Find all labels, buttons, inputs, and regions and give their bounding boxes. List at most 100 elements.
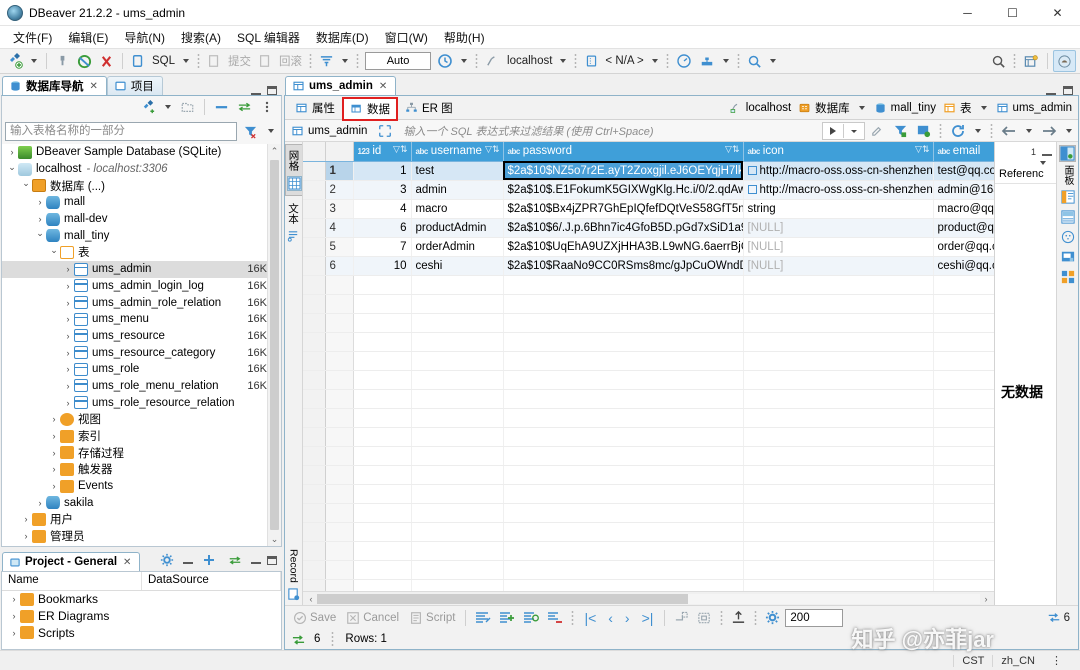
row-marker[interactable] bbox=[303, 237, 326, 257]
tab-project-general[interactable]: Project - General ✕ bbox=[2, 552, 141, 571]
close-icon[interactable]: ✕ bbox=[379, 81, 387, 92]
maximize-button[interactable]: ☐ bbox=[990, 0, 1035, 26]
minimize-button[interactable]: ─ bbox=[945, 0, 990, 26]
panel-overflow-count[interactable]: 1 bbox=[1031, 147, 1036, 157]
search-caret-icon[interactable] bbox=[769, 59, 776, 63]
tab-ums-admin-editor[interactable]: ums_admin ✕ bbox=[285, 76, 397, 95]
tree-scroll-thumb[interactable] bbox=[270, 160, 279, 530]
grid-settings-icon[interactable] bbox=[762, 607, 783, 629]
cell-username[interactable]: orderAdmin bbox=[411, 237, 504, 257]
value-panel-icon[interactable] bbox=[1059, 188, 1076, 205]
menu-sql-editor[interactable]: SQL 编辑器 bbox=[230, 27, 307, 48]
database-selector[interactable]: < N/A > bbox=[602, 55, 646, 67]
save-button[interactable]: Save bbox=[289, 608, 340, 627]
breadcrumb-tables-caret-icon[interactable] bbox=[980, 105, 987, 110]
tab-properties[interactable]: 属性 bbox=[289, 97, 341, 119]
cell-icon[interactable]: string bbox=[743, 199, 934, 219]
fetch-all-rows-icon[interactable] bbox=[694, 607, 715, 629]
cancel-button[interactable]: Cancel bbox=[342, 608, 403, 627]
metadata-panel-icon[interactable] bbox=[1059, 248, 1076, 265]
table-row[interactable]: 2 3 admin $2a$10$.E1FokumK5GIXWgKlg.Hc.i/0/… bbox=[303, 180, 994, 200]
tree-expander-icon[interactable] bbox=[20, 531, 32, 541]
scroll-down-icon[interactable]: ⌄ bbox=[268, 532, 281, 546]
tree-node[interactable]: 触发器 bbox=[2, 461, 281, 478]
tree-node[interactable]: 表 bbox=[2, 244, 281, 261]
row-marker[interactable] bbox=[303, 199, 326, 219]
cell-icon[interactable]: [NULL] bbox=[743, 218, 934, 238]
tree-expander-icon[interactable] bbox=[62, 398, 74, 408]
cell-id[interactable]: 6 bbox=[353, 218, 412, 238]
row-number[interactable]: 5 bbox=[325, 237, 354, 257]
previous-row-icon[interactable]: ‹ bbox=[603, 610, 618, 626]
cell-username[interactable]: test bbox=[411, 161, 504, 181]
column-sort-icon[interactable]: ▽⇅ bbox=[393, 144, 407, 155]
cell-email[interactable]: admin@163 bbox=[933, 180, 994, 200]
row-marker[interactable] bbox=[303, 161, 326, 181]
minimize-editor-icon[interactable] bbox=[1046, 87, 1056, 95]
minimize-panel-icon[interactable] bbox=[251, 87, 261, 95]
close-button[interactable]: ✕ bbox=[1035, 0, 1080, 26]
table-row[interactable]: 1 1 test $2a$10$NZ5o7r2E.ayT2Zoxgjil.eJ6OEY… bbox=[303, 161, 994, 181]
dashboard-icon[interactable] bbox=[673, 50, 695, 72]
tree-node[interactable]: ums_admin_login_log16K bbox=[2, 278, 281, 295]
collapse-all-icon[interactable] bbox=[211, 96, 232, 118]
project-col-name[interactable]: Name bbox=[2, 572, 142, 590]
tree-node[interactable]: 索引 bbox=[2, 428, 281, 445]
apply-filter-group[interactable] bbox=[822, 120, 865, 142]
hscroll-thumb[interactable] bbox=[317, 593, 689, 604]
tree-expander-icon[interactable] bbox=[6, 147, 18, 157]
tree-expander-icon[interactable] bbox=[48, 247, 60, 258]
sql-console-icon[interactable] bbox=[696, 50, 718, 72]
tree-node[interactable]: 系统信息 bbox=[2, 545, 281, 547]
forward-caret-icon[interactable] bbox=[1066, 128, 1072, 133]
expand-filter-icon[interactable] bbox=[375, 120, 395, 142]
cell-password[interactable]: $2a$10$.E1FokumK5GIXWgKlg.Hc.i/0/2.qdAw bbox=[503, 180, 744, 200]
sql-console-caret-icon[interactable] bbox=[722, 59, 729, 63]
tree-node[interactable]: mall_tiny bbox=[2, 227, 281, 244]
grid-body[interactable]: 1 1 test $2a$10$NZ5o7r2E.ayT2Zoxgjil.eJ6OEY… bbox=[303, 161, 994, 591]
tree-node[interactable]: ums_role_menu_relation16K bbox=[2, 378, 281, 395]
tree-node[interactable]: 用户 bbox=[2, 511, 281, 528]
cell-icon[interactable]: [NULL] bbox=[743, 256, 934, 276]
grid-horizontal-scrollbar[interactable]: ‹ › bbox=[303, 591, 994, 605]
cell-email[interactable]: macro@qq. bbox=[933, 199, 994, 219]
close-icon[interactable]: ✕ bbox=[90, 81, 98, 92]
tree-expander-icon[interactable] bbox=[20, 514, 32, 524]
project-row[interactable]: Scripts bbox=[2, 624, 281, 641]
grid-view-icon[interactable] bbox=[286, 176, 302, 191]
tree-expander-icon[interactable] bbox=[20, 180, 32, 191]
row-number[interactable]: 4 bbox=[325, 218, 354, 238]
tree-node[interactable]: ums_resource_category16K bbox=[2, 344, 281, 361]
tree-node[interactable]: ums_role16K bbox=[2, 361, 281, 378]
maximize-panel-icon[interactable] bbox=[267, 86, 277, 95]
table-row[interactable]: 6 10 ceshi $2a$10$RaaNo9CC0RSms8mc/gJpCuOWn… bbox=[303, 256, 994, 276]
menu-search[interactable]: 搜索(A) bbox=[174, 27, 228, 48]
perspective-active-icon[interactable] bbox=[1053, 50, 1076, 72]
tree-expander-icon[interactable] bbox=[62, 298, 74, 308]
cell-email[interactable]: test@qq.com bbox=[933, 161, 994, 181]
cell-icon[interactable]: [NULL] bbox=[743, 237, 934, 257]
cell-id[interactable]: 1 bbox=[353, 161, 412, 181]
connection-selector[interactable]: localhost bbox=[504, 55, 555, 67]
first-row-icon[interactable]: |< bbox=[579, 610, 601, 626]
tree-expander-icon[interactable] bbox=[62, 264, 74, 274]
export-data-icon[interactable] bbox=[728, 607, 749, 629]
cell-username[interactable]: productAdmin bbox=[411, 218, 504, 238]
sql-caret-icon[interactable] bbox=[183, 59, 190, 63]
link-icon[interactable] bbox=[225, 549, 245, 571]
new-connection-icon[interactable] bbox=[4, 50, 26, 72]
cell-password[interactable]: $2a$10$6/.J.p.6Bhn7ic4GfoB5D.pGd7xSiD1a9 bbox=[503, 218, 744, 238]
tree-expander-icon[interactable] bbox=[48, 448, 60, 458]
tree-expander-icon[interactable] bbox=[34, 214, 46, 224]
transaction-log-caret-icon[interactable] bbox=[461, 59, 468, 63]
tree-expander-icon[interactable] bbox=[34, 197, 46, 207]
column-header-email[interactable]: abc email bbox=[933, 142, 994, 162]
filter-history-caret-icon[interactable] bbox=[844, 120, 864, 142]
menu-edit[interactable]: 编辑(E) bbox=[61, 27, 115, 48]
breadcrumb-schema[interactable]: mall_tiny bbox=[872, 102, 938, 114]
tree-node[interactable]: ums_admin16K bbox=[2, 260, 281, 278]
presentation-grid-label[interactable]: 网格 bbox=[287, 147, 302, 174]
column-header-id[interactable]: 123 id ▽⇅ bbox=[353, 142, 412, 162]
table-row[interactable]: 4 6 productAdmin $2a$10$6/.J.p.6Bhn7ic4GfoB… bbox=[303, 218, 994, 238]
tree-expander-icon[interactable] bbox=[48, 481, 60, 491]
